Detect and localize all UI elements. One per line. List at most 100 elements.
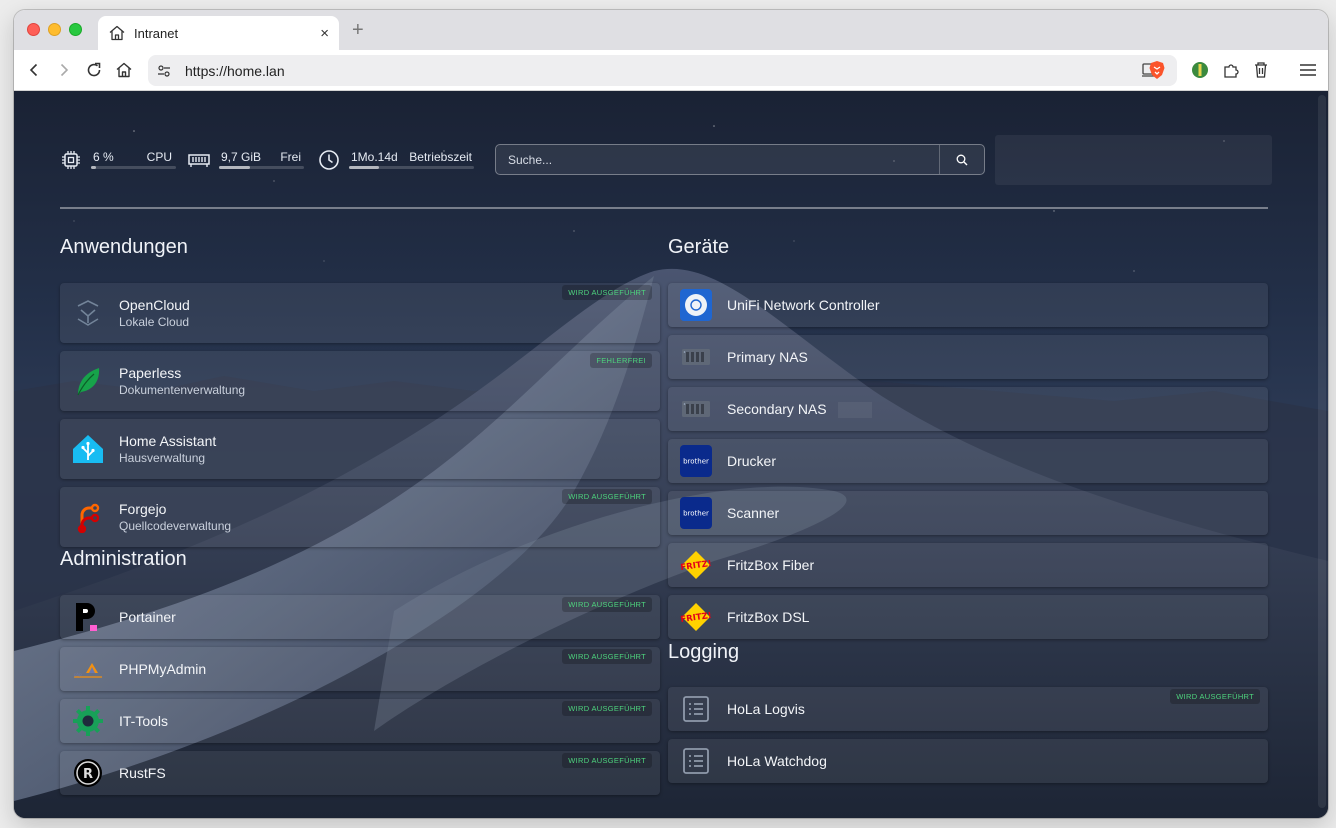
- phpmyadmin-icon: php: [74, 663, 102, 678]
- uptime-widget: 1Mo.14d Betriebszeit: [318, 149, 478, 175]
- clock-icon: [319, 150, 339, 170]
- service-name: IT-Tools: [119, 713, 169, 729]
- uptime-value: 1Mo.14d: [351, 150, 398, 164]
- back-button[interactable]: [22, 58, 46, 82]
- service-name: RustFS: [119, 765, 166, 781]
- brother-logo-text: brother: [683, 458, 709, 466]
- search-input[interactable]: [496, 145, 940, 174]
- service-name: PHPMyAdmin: [119, 661, 207, 677]
- nas-icon: [682, 401, 710, 417]
- section-title-apps: Anwendungen: [60, 236, 188, 258]
- service-name: Paperless: [119, 365, 182, 381]
- forward-button[interactable]: [52, 58, 76, 82]
- status-badge: WIRD AUSGEFÜHRT: [562, 285, 652, 300]
- paperless-leaf-icon: [77, 368, 100, 396]
- puzzle-icon: [1224, 64, 1239, 78]
- service-card-phpmyadmin[interactable]: php PHPMyAdmin WIRD AUSGEFÜHRT: [60, 647, 660, 691]
- tab-bar: Intranet × +: [14, 10, 1328, 50]
- service-name: Home Assistant: [119, 433, 217, 449]
- service-card-hola-logvis[interactable]: HoLa Logvis WIRD AUSGEFÜHRT: [668, 687, 1268, 731]
- device-card-fritzbox-dsl[interactable]: FRITZ! FritzBox DSL: [668, 595, 1268, 639]
- device-card-fritzbox-fiber[interactable]: FRITZ! FritzBox Fiber: [668, 543, 1268, 587]
- chevron-right-icon: [60, 63, 69, 77]
- list-icon: [683, 748, 709, 774]
- status-badge: WIRD AUSGEFÜHRT: [562, 597, 652, 612]
- device-card-scanner[interactable]: brother Scanner: [668, 491, 1268, 535]
- minimize-window-button[interactable]: [48, 23, 61, 36]
- maximize-window-button[interactable]: [69, 23, 82, 36]
- home-assistant-icon: [73, 435, 103, 463]
- home-button[interactable]: [112, 58, 136, 82]
- memory-bar-fill: [219, 166, 251, 169]
- trash-button[interactable]: [1250, 59, 1272, 81]
- redacted-widget: [995, 135, 1272, 185]
- extensions-button[interactable]: [1220, 59, 1242, 81]
- site-settings-icon: [158, 64, 170, 77]
- device-card-secondary-nas[interactable]: Secondary NAS: [668, 387, 1268, 431]
- device-card-unifi[interactable]: UniFi Network Controller: [668, 283, 1268, 327]
- service-card-it-tools[interactable]: IT-Tools WIRD AUSGEFÜHRT: [60, 699, 660, 743]
- reload-button[interactable]: [82, 58, 106, 82]
- list-icon: [683, 696, 709, 722]
- close-window-button[interactable]: [27, 23, 40, 36]
- service-name: OpenCloud: [119, 297, 190, 313]
- brave-lion-icon: [1149, 61, 1165, 79]
- section-title-devices: Geräte: [668, 236, 730, 258]
- service-name: Portainer: [119, 609, 176, 625]
- reload-icon: [87, 62, 101, 77]
- search-box: [495, 144, 985, 175]
- tab-close-button[interactable]: ×: [320, 25, 329, 42]
- extension-button[interactable]: [1189, 59, 1211, 81]
- cpu-bar: [91, 166, 176, 169]
- fritz-logo-text: FRITZ!: [680, 611, 712, 625]
- url-text: https://home.lan: [185, 62, 285, 79]
- forgejo-icon: [77, 503, 100, 533]
- search-button[interactable]: [939, 145, 984, 174]
- uptime-bar-fill: [349, 166, 379, 169]
- service-description: Lokale Cloud: [119, 315, 190, 329]
- status-badge: WIRD AUSGEFÜHRT: [562, 701, 652, 716]
- service-card-home-assistant[interactable]: Home Assistant Hausverwaltung: [60, 419, 660, 479]
- device-card-drucker[interactable]: brother Drucker: [668, 439, 1268, 483]
- brother-icon: brother: [680, 445, 712, 477]
- uptime-label: Betriebszeit: [409, 150, 472, 164]
- status-badge: FEHLERFREI: [590, 353, 652, 368]
- service-card-portainer[interactable]: Portainer WIRD AUSGEFÜHRT: [60, 595, 660, 639]
- new-tab-button[interactable]: +: [352, 19, 364, 42]
- device-name: Drucker: [727, 453, 777, 469]
- svg-text:php: php: [74, 672, 82, 677]
- service-name: Forgejo: [119, 501, 167, 517]
- memory-widget: 9,7 GiB Frei: [188, 149, 306, 175]
- service-description: Dokumentenverwaltung: [119, 383, 246, 397]
- page-scrollbar[interactable]: [1318, 95, 1326, 808]
- device-name: FritzBox Fiber: [727, 557, 815, 573]
- svg-text:R: R: [83, 767, 93, 782]
- tab-intranet[interactable]: Intranet ×: [98, 16, 339, 50]
- service-card-opencloud[interactable]: OpenCloud Lokale Cloud WIRD AUSGEFÜHRT: [60, 283, 660, 343]
- redacted-text: [838, 402, 872, 418]
- device-name: Primary NAS: [727, 349, 808, 365]
- tab-title: Intranet: [134, 25, 179, 41]
- memory-icon: [188, 154, 210, 167]
- service-card-forgejo[interactable]: Forgejo Quellcodeverwaltung WIRD AUSGEFÜ…: [60, 487, 660, 547]
- cpu-icon: [62, 151, 80, 169]
- portainer-icon: [76, 603, 97, 631]
- search-icon: [956, 154, 968, 165]
- fritz-icon: FRITZ!: [680, 603, 712, 631]
- service-card-rustfs[interactable]: R RustFS WIRD AUSGEFÜHRT: [60, 751, 660, 795]
- service-card-paperless[interactable]: Paperless Dokumentenverwaltung FEHLERFRE…: [60, 351, 660, 411]
- header-divider: [60, 207, 1268, 209]
- rust-gear-icon: R: [74, 759, 102, 787]
- unifi-icon: [680, 289, 712, 321]
- status-badge: WIRD AUSGEFÜHRT: [562, 489, 652, 504]
- browser-toolbar: https://home.lan: [14, 50, 1328, 91]
- brave-shields-button[interactable]: [1146, 59, 1168, 81]
- fritz-icon: FRITZ!: [680, 551, 712, 579]
- service-card-hola-watchdog[interactable]: HoLa Watchdog: [668, 739, 1268, 783]
- menu-button[interactable]: [1297, 59, 1319, 81]
- device-card-primary-nas[interactable]: Primary NAS: [668, 335, 1268, 379]
- cpu-label: CPU: [146, 150, 172, 164]
- address-bar[interactable]: https://home.lan: [148, 55, 1177, 86]
- service-description: Quellcodeverwaltung: [119, 519, 232, 533]
- section-title-logging: Logging: [668, 641, 740, 663]
